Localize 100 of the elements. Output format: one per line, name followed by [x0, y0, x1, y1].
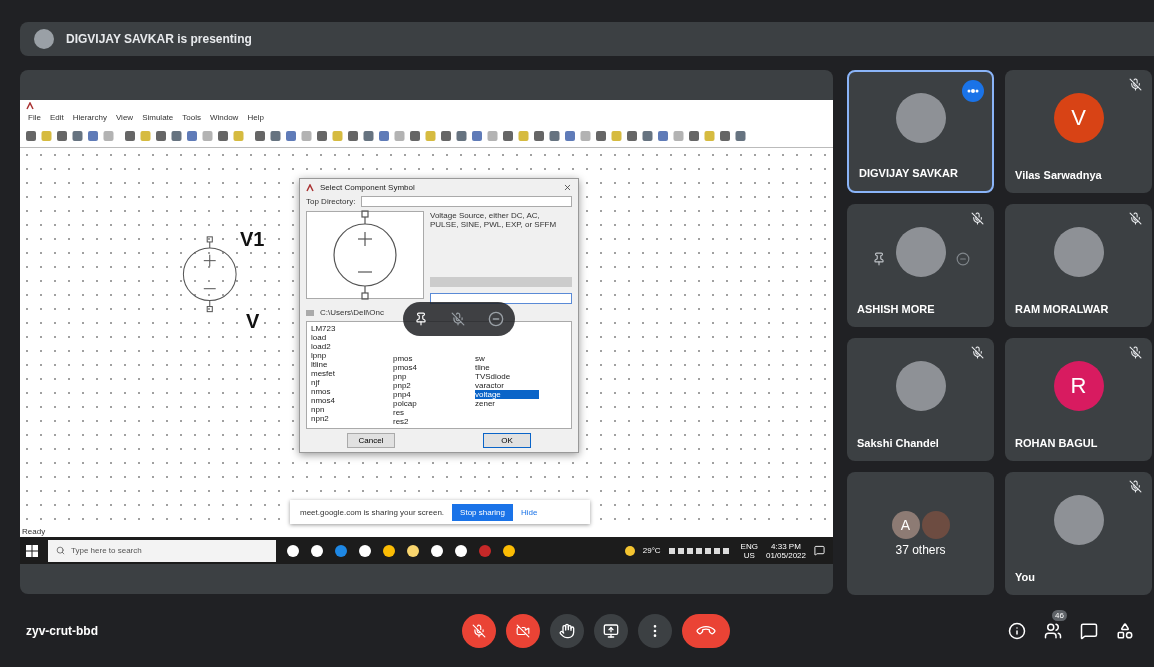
component-list-item[interactable]: pnp	[393, 372, 459, 381]
component-list-item[interactable]: pnp4	[393, 390, 459, 399]
meeting-code: zyv-crut-bbd	[26, 624, 99, 638]
taskbar-app-icon[interactable]	[502, 543, 516, 558]
component-list-item[interactable]: sw	[475, 354, 541, 363]
participant-name: ROHAN BAGUL	[1015, 437, 1098, 449]
menu-item[interactable]: Edit	[49, 113, 64, 122]
component-list-item[interactable]: varactor	[475, 381, 541, 390]
hand-button[interactable]	[550, 614, 584, 648]
presenter-avatar	[34, 29, 54, 49]
stop-sharing-button[interactable]: Stop sharing	[452, 503, 513, 521]
component-list-item[interactable]: tline	[475, 363, 541, 372]
menu-item[interactable]: Hierarchy	[72, 113, 107, 122]
component-list-item[interactable]: res2	[393, 417, 459, 426]
participant-name: ASHISH MORE	[857, 303, 935, 315]
menu-item[interactable]: Window	[209, 113, 239, 122]
component-list-item[interactable]: LM723	[311, 324, 377, 333]
clock-time: 4:33 PM	[771, 541, 801, 551]
menu-item[interactable]: Tools	[182, 113, 201, 122]
taskbar-app-icon[interactable]	[310, 543, 324, 558]
participant-tile[interactable]: You	[1005, 472, 1152, 595]
close-icon[interactable]	[563, 183, 572, 192]
app-logo-icon	[306, 183, 314, 192]
component-list-item[interactable]: zener	[475, 399, 541, 408]
participant-name: Sakshi Chandel	[857, 437, 939, 449]
component-list-item[interactable]: load2	[311, 342, 377, 351]
participant-tile[interactable]: RAM MORALWAR	[1005, 204, 1152, 327]
top-directory-label: Top Directory:	[306, 197, 356, 206]
search-field[interactable]	[430, 293, 572, 304]
participant-tile[interactable]: R ROHAN BAGUL	[1005, 338, 1152, 461]
component-list-item[interactable]: pmos	[393, 354, 459, 363]
participant-tile[interactable]: A 37 others	[847, 472, 994, 595]
menu-item[interactable]: File	[28, 113, 41, 122]
menu-item[interactable]: View	[115, 113, 134, 122]
pin-icon[interactable]	[414, 312, 429, 326]
language-indicator[interactable]: US	[743, 550, 755, 560]
mic-button[interactable]	[462, 614, 496, 648]
sharing-message: meet.google.com is sharing your screen.	[300, 507, 445, 517]
people-button[interactable]: 46	[1044, 610, 1070, 640]
component-list-item[interactable]: pnp2	[393, 381, 459, 390]
participant-tile[interactable]: Sakshi Chandel	[847, 338, 994, 461]
status-text: Ready	[21, 527, 47, 537]
component-list-item[interactable]: npn2	[311, 414, 377, 423]
end-button[interactable]	[682, 614, 730, 648]
letter-avatar: A	[891, 510, 920, 539]
weather-sun-icon	[624, 545, 635, 556]
present-button[interactable]	[594, 614, 628, 648]
cancel-button[interactable]: Cancel	[347, 433, 395, 448]
menu-item[interactable]: Simulate	[142, 113, 174, 122]
hide-button[interactable]: Hide	[521, 507, 538, 517]
ok-button[interactable]: OK	[483, 433, 531, 448]
remove-icon[interactable]	[955, 251, 970, 266]
component-list-item[interactable]: ltline	[311, 360, 377, 369]
taskbar-app-icon[interactable]	[286, 543, 300, 558]
letter-avatar: V	[1053, 92, 1104, 143]
people-icon[interactable]	[1044, 622, 1062, 640]
component-list-item[interactable]: nmos	[311, 387, 377, 396]
language-indicator[interactable]: ENG	[740, 541, 758, 551]
taskbar-search-field[interactable]: Type here to search	[48, 539, 276, 562]
component-list-item[interactable]: polcap	[393, 399, 459, 408]
component-name-label: V1	[240, 228, 265, 251]
component-list-item[interactable]: npn	[311, 405, 377, 414]
weather-temperature: 29°C	[642, 546, 661, 555]
participant-tile[interactable]: ASHISH MORE	[847, 204, 994, 327]
component-description: Voltage Source, either DC, AC, PULSE, SINE, PWL, EXP, or SFFM	[430, 211, 558, 229]
activities-button[interactable]	[1116, 622, 1134, 640]
others-count[interactable]: 37 others	[895, 542, 946, 557]
folder-icon	[306, 309, 314, 316]
component-list-item[interactable]: mesfet	[311, 369, 377, 378]
participant-name: You	[1015, 571, 1035, 583]
letter-avatar: R	[1053, 360, 1104, 411]
component-list-item[interactable]: nmos4	[311, 396, 377, 405]
taskbar-app-icon[interactable]	[430, 543, 444, 558]
component-list-item[interactable]: load	[311, 333, 377, 342]
camera-button[interactable]	[506, 614, 540, 648]
component-list-item[interactable]: voltage	[475, 390, 539, 399]
participant-tile[interactable]: V Vilas Sarwadnya	[1005, 70, 1152, 193]
component-list-item[interactable]: lpnp	[311, 351, 377, 360]
menu-item[interactable]: Help	[247, 113, 264, 122]
component-list-item[interactable]: pmos4	[393, 363, 459, 372]
participant-tile[interactable]: DIGVIJAY SAVKAR	[847, 70, 994, 193]
pin-icon[interactable]	[871, 251, 886, 266]
participant-name: Vilas Sarwadnya	[1015, 169, 1102, 181]
taskbar-app-icon[interactable]	[406, 543, 420, 558]
search-icon	[56, 546, 65, 555]
speaking-indicator-icon	[962, 80, 984, 102]
taskbar-app-icon[interactable]	[454, 543, 468, 558]
chat-button[interactable]	[1080, 622, 1098, 640]
windows-logo-icon[interactable]	[26, 544, 38, 557]
notification-icon[interactable]	[814, 545, 825, 556]
remove-icon[interactable]	[487, 311, 504, 327]
component-list-item[interactable]: njf	[311, 378, 377, 387]
component-list-item[interactable]: TVSdiode	[475, 372, 541, 381]
microphone-off-icon[interactable]	[451, 312, 465, 326]
app-logo-icon	[26, 101, 34, 110]
microphone-off-icon	[472, 624, 486, 638]
taskbar-app-icon[interactable]	[382, 543, 396, 558]
meeting-info-button[interactable]	[1008, 622, 1026, 640]
component-list-item[interactable]: res	[393, 408, 459, 417]
taskbar-app-icon[interactable]	[358, 543, 372, 558]
